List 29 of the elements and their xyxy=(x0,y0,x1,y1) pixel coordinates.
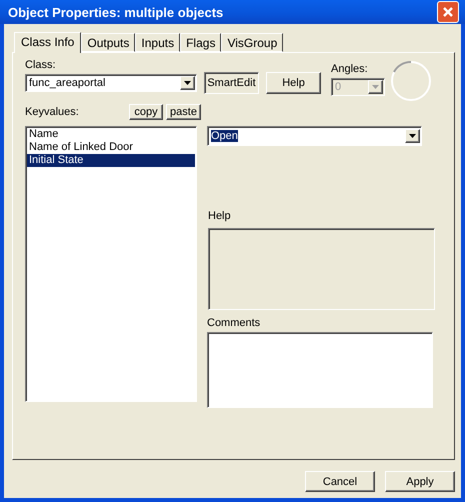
comments-field[interactable] xyxy=(207,332,433,408)
help-button[interactable]: Help xyxy=(266,72,321,94)
caret-icon xyxy=(184,81,191,85)
caret-icon xyxy=(372,85,379,89)
tab[interactable]: Outputs xyxy=(81,33,136,52)
dialog-button[interactable]: Apply xyxy=(385,471,455,492)
close-icon xyxy=(442,6,454,18)
list-item[interactable]: Initial State xyxy=(27,154,195,167)
list-item[interactable]: Name xyxy=(27,128,195,141)
angle-dial[interactable] xyxy=(390,60,432,102)
caret-icon xyxy=(409,134,416,138)
dialog-button[interactable]: Cancel xyxy=(305,471,375,492)
tab[interactable]: Inputs xyxy=(135,33,180,52)
value-dropdown[interactable]: Open xyxy=(207,126,422,146)
angles-label: Angles: xyxy=(331,63,369,75)
paste-button[interactable]: paste xyxy=(166,104,201,120)
help-label: Help xyxy=(208,210,232,222)
smartedit-button[interactable]: SmartEdit xyxy=(204,72,259,94)
tab[interactable]: Flags xyxy=(180,33,222,52)
window-title: Object Properties: multiple objects xyxy=(8,4,224,20)
keyvalues-label: Keyvalues: xyxy=(25,106,80,118)
class-label: Class: xyxy=(25,59,57,71)
tab[interactable]: Class Info xyxy=(14,32,82,53)
comments-label: Comments xyxy=(207,317,262,329)
copy-button[interactable]: copy xyxy=(129,104,163,120)
list-item[interactable]: Name of Linked Door xyxy=(27,141,195,154)
tab[interactable]: VisGroup xyxy=(221,33,284,52)
close-button[interactable] xyxy=(437,1,459,23)
class-dropdown[interactable]: func_areaportal xyxy=(25,74,197,92)
